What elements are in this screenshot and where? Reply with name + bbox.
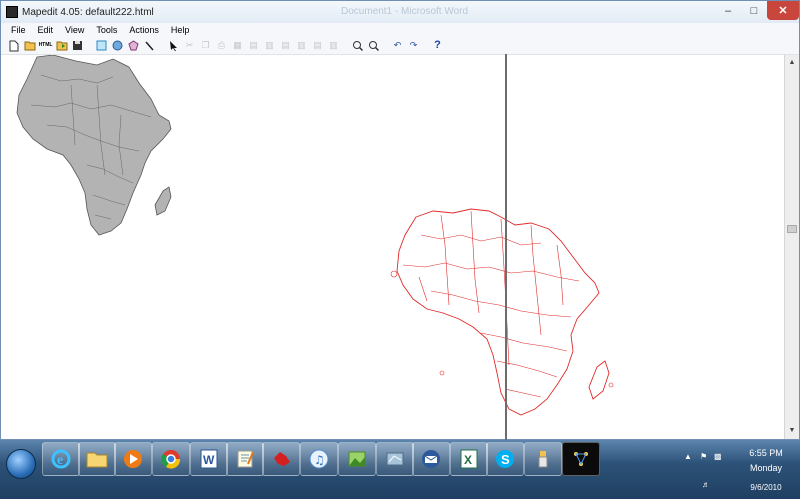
toolbar: HTML ✂ ❐ ⎙ ▦ ▤ ▥ ▤ ▥ ▤ ▥ ↶ ↷ ? bbox=[1, 37, 799, 55]
clock-day: Monday bbox=[749, 463, 783, 473]
minimize-button[interactable]: – bbox=[715, 1, 741, 20]
itunes-icon[interactable]: ♫ bbox=[300, 442, 338, 476]
show-hidden-icons-icon[interactable]: ▲ bbox=[684, 452, 692, 461]
zoom-in-icon[interactable] bbox=[351, 39, 364, 52]
desktop: Mapedit 4.05: default222.html Document1 … bbox=[0, 0, 800, 499]
internet-explorer-icon[interactable]: e bbox=[42, 442, 80, 476]
menu-bar: File Edit View Tools Actions Help bbox=[1, 23, 799, 37]
polygon-tool-icon[interactable] bbox=[127, 39, 140, 52]
africa-filled-shape bbox=[16, 55, 172, 236]
align-icon: ▤ bbox=[313, 40, 322, 50]
window-title: Mapedit 4.05: default222.html bbox=[22, 6, 154, 18]
usb-icon[interactable] bbox=[524, 442, 562, 476]
menu-help[interactable]: Help bbox=[165, 25, 196, 35]
word-icon[interactable]: W bbox=[190, 442, 228, 476]
align-icon: ▥ bbox=[297, 40, 306, 50]
svg-text:♫: ♫ bbox=[314, 453, 325, 467]
notepad-icon[interactable] bbox=[226, 442, 264, 476]
redo-icon[interactable]: ↷ bbox=[407, 39, 420, 52]
menu-tools[interactable]: Tools bbox=[90, 25, 123, 35]
new-file-icon[interactable] bbox=[7, 39, 20, 52]
media-player-icon[interactable] bbox=[114, 442, 152, 476]
scroll-thumb[interactable] bbox=[787, 225, 797, 233]
chrome-icon[interactable] bbox=[152, 442, 190, 476]
madagascar-outline-shape bbox=[588, 360, 610, 400]
madagascar-filled-shape bbox=[154, 186, 172, 216]
menu-view[interactable]: View bbox=[59, 25, 90, 35]
menu-edit[interactable]: Edit bbox=[32, 25, 60, 35]
help-icon-label: ? bbox=[434, 39, 441, 51]
title-bar[interactable]: Mapedit 4.05: default222.html Document1 … bbox=[1, 1, 799, 23]
photo-gallery-icon[interactable] bbox=[338, 442, 376, 476]
taskbar: e W ♫ X S ▲ ⚑ ▩ ♬ 6:55 PM Monday 9/6/201… bbox=[0, 440, 800, 499]
undo-icon[interactable]: ↶ bbox=[391, 39, 404, 52]
save-icon[interactable] bbox=[71, 39, 84, 52]
scroll-up-icon[interactable]: ▲ bbox=[787, 57, 797, 67]
align-icon: ▥ bbox=[329, 40, 338, 50]
excel-icon[interactable]: X bbox=[450, 442, 488, 476]
svg-text:X: X bbox=[464, 453, 472, 467]
html-icon[interactable]: HTML bbox=[38, 39, 53, 52]
zoom-out-icon[interactable] bbox=[367, 39, 380, 52]
line-tool-icon[interactable] bbox=[143, 39, 156, 52]
mapedit-window: Mapedit 4.05: default222.html Document1 … bbox=[0, 0, 800, 440]
canvas-splitter[interactable] bbox=[505, 54, 507, 444]
volume-icon[interactable]: ♬ bbox=[702, 480, 712, 489]
africa-outline-map bbox=[390, 208, 614, 416]
skype-icon[interactable]: S bbox=[486, 442, 524, 476]
africa-outline-shape bbox=[396, 208, 600, 416]
network-app-icon[interactable] bbox=[562, 442, 600, 476]
svg-text:W: W bbox=[203, 453, 215, 467]
clock-time: 6:55 PM bbox=[749, 448, 783, 458]
help-icon[interactable]: ? bbox=[431, 39, 444, 52]
circle-tool-icon[interactable] bbox=[111, 39, 124, 52]
vertical-scrollbar[interactable]: ▲ ▼ bbox=[784, 55, 799, 439]
align-icon: ▥ bbox=[265, 40, 274, 50]
map-drawing bbox=[16, 55, 614, 416]
outlook-icon[interactable] bbox=[412, 442, 450, 476]
copy-icon[interactable]: ❐ bbox=[199, 39, 212, 52]
mapedit-app-icon bbox=[6, 6, 18, 18]
close-button[interactable]: ✕ bbox=[767, 1, 799, 20]
group-icon[interactable]: ▦ bbox=[231, 39, 244, 52]
file-explorer-icon[interactable] bbox=[78, 442, 116, 476]
background-window-title: Document1 - Microsoft Word bbox=[341, 6, 469, 17]
maximize-button[interactable]: □ bbox=[741, 1, 767, 20]
islands-outline bbox=[390, 270, 614, 388]
align-icon: ▤ bbox=[281, 40, 290, 50]
scroll-down-icon[interactable]: ▼ bbox=[787, 425, 797, 435]
paint-icon[interactable] bbox=[262, 442, 300, 476]
system-clock[interactable]: 6:55 PM Monday 9/6/2010 bbox=[738, 448, 794, 493]
rectangle-tool-icon[interactable] bbox=[95, 39, 108, 52]
open-file-icon[interactable] bbox=[23, 39, 36, 52]
clock-date: 9/6/2010 bbox=[750, 483, 782, 492]
country-borders-red bbox=[402, 210, 580, 398]
flag-icon[interactable]: ⚑ bbox=[700, 452, 710, 461]
pointer-icon[interactable] bbox=[167, 39, 180, 52]
mapedit-icon[interactable] bbox=[376, 442, 414, 476]
svg-text:e: e bbox=[57, 453, 63, 468]
paste-icon[interactable]: ⎙ bbox=[215, 39, 228, 52]
map-canvas[interactable] bbox=[1, 55, 784, 439]
network-icon[interactable]: ▩ bbox=[714, 452, 724, 461]
cut-icon[interactable]: ✂ bbox=[183, 39, 196, 52]
menu-file[interactable]: File bbox=[1, 25, 32, 35]
start-button[interactable] bbox=[6, 449, 36, 479]
menu-actions[interactable]: Actions bbox=[123, 25, 165, 35]
svg-text:S: S bbox=[501, 452, 510, 467]
open-folder-icon[interactable] bbox=[55, 39, 68, 52]
africa-image-map bbox=[16, 55, 172, 236]
html-icon-label: HTML bbox=[38, 42, 53, 48]
align-icon: ▤ bbox=[249, 40, 258, 50]
